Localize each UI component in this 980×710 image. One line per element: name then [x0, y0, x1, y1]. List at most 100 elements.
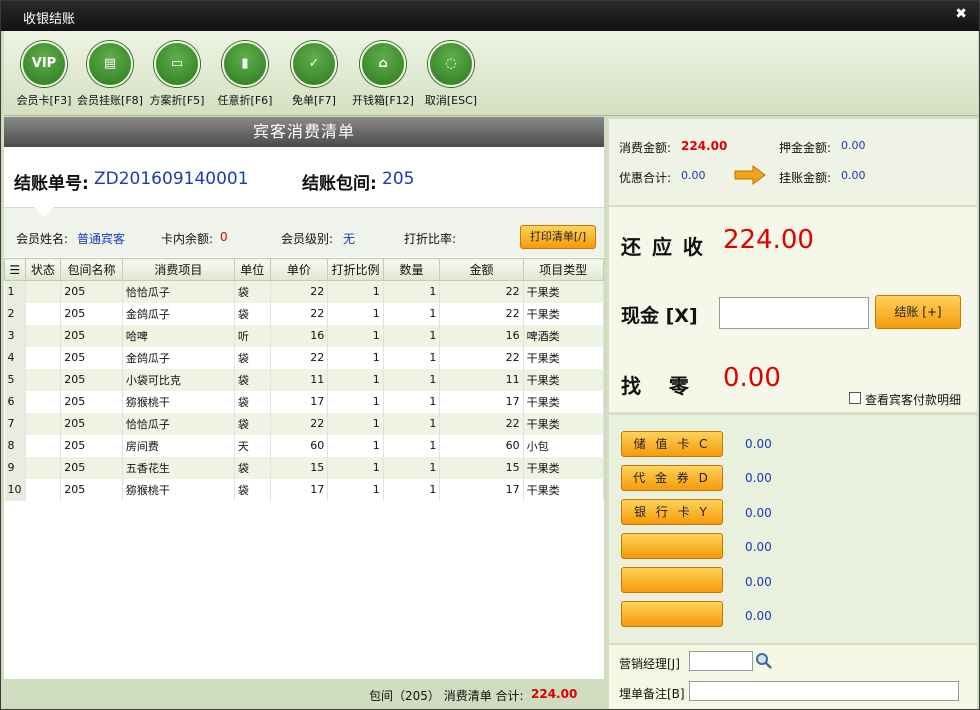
cell-room: 205 [60, 390, 123, 413]
cell-price: 22 [270, 346, 329, 369]
member-name: 普通宾客 [77, 232, 126, 246]
cancel-button[interactable]: ◌ 取消[ESC] [411, 41, 491, 108]
total-value: 224.00 [531, 687, 578, 701]
cell-type: 干果类 [523, 346, 605, 369]
payment-method-value-5: 0.00 [745, 575, 772, 589]
cell-room: 205 [60, 280, 123, 303]
col-item[interactable]: 消费项目 [121, 258, 235, 281]
cell-room: 205 [60, 478, 123, 501]
payment-method-button-6[interactable] [621, 601, 723, 627]
free-order-button[interactable]: ✓ 免单[F7] [274, 41, 354, 108]
row-menu-icon[interactable]: ☰ [4, 258, 26, 281]
cell-status [25, 390, 62, 413]
order-info: 结账单号: ZD201609140001 结账包间: 205 [4, 147, 604, 207]
detail-checkbox[interactable] [849, 392, 861, 404]
cell-unit: 袋 [234, 302, 271, 325]
cell-amount: 17 [439, 390, 524, 413]
table-row[interactable]: 1 205 恰恰瓜子 袋 22 1 1 22 干果类 [4, 280, 605, 303]
bank-card-button[interactable]: 银 行 卡 Y [621, 499, 723, 525]
payment-method-button-4[interactable] [621, 533, 723, 559]
print-list-button[interactable]: 打印清单[/] [520, 225, 596, 249]
arrow-right-icon [734, 165, 766, 185]
remark-input[interactable] [689, 681, 959, 701]
table-row[interactable]: 10 205 猕猴桃干 袋 17 1 1 17 干果类 [4, 478, 605, 501]
any-discount-button[interactable]: ▮ 任意折[F6] [205, 41, 285, 108]
card-balance-label: 卡内余额: [161, 232, 214, 246]
consume-value: 224.00 [681, 139, 728, 153]
cell-unit: 袋 [234, 368, 271, 391]
vip-icon: VIP [21, 41, 67, 87]
stored-card-button[interactable]: 储 值 卡 C [621, 431, 723, 457]
cell-room: 205 [60, 324, 123, 347]
checkout-button[interactable]: 结账 [+] [875, 295, 961, 329]
manager-input[interactable] [689, 651, 753, 671]
cell-item: 哈啤 [122, 324, 235, 347]
cell-item: 五香花生 [122, 456, 235, 479]
cell-status [25, 434, 62, 457]
cell-discount: 1 [327, 280, 384, 303]
payment-panel: 消费金额: 224.00 押金金额: 0.00 优惠合计: 0.00 挂账金额:… [607, 117, 978, 709]
cell-unit: 听 [234, 324, 271, 347]
toolbar-label: 取消[ESC] [424, 94, 478, 107]
voucher-button[interactable]: 代 金 券 D [621, 465, 723, 491]
search-icon[interactable] [755, 652, 773, 670]
cell-amount: 15 [439, 456, 524, 479]
cell-discount: 1 [327, 434, 384, 457]
cell-amount: 60 [439, 434, 524, 457]
cell-discount: 1 [327, 346, 384, 369]
col-discount[interactable]: 打折比例 [327, 258, 384, 281]
discount-rate-label: 打折比率: [404, 232, 457, 246]
col-status[interactable]: 状态 [24, 258, 62, 281]
table-row[interactable]: 5 205 小袋可比克 袋 11 1 1 11 干果类 [4, 368, 605, 391]
cell-discount: 1 [327, 324, 384, 347]
amount-due-label: 还 应 收 [621, 235, 705, 259]
cell-qty: 1 [383, 478, 441, 501]
row-index: 1 [4, 280, 26, 303]
cell-qty: 1 [383, 302, 441, 325]
room-label: 结账包间: [302, 174, 377, 194]
change-value: 0.00 [723, 363, 781, 393]
card-balance: 0 [220, 230, 228, 244]
cell-discount: 1 [327, 412, 384, 435]
cash-input[interactable] [719, 297, 869, 329]
discount-icon: ▮ [222, 41, 268, 87]
close-icon[interactable]: ✖ [955, 6, 967, 22]
cell-item: 恰恰瓜子 [122, 412, 235, 435]
col-type[interactable]: 项目类型 [522, 258, 605, 281]
member-name-label: 会员姓名: [16, 232, 69, 246]
cell-qty: 1 [383, 390, 441, 413]
cell-status [25, 346, 62, 369]
cell-status [25, 478, 62, 501]
col-unit[interactable]: 单位 [233, 258, 271, 281]
payment-method-button-5[interactable] [621, 567, 723, 593]
table-row[interactable]: 8 205 房间费 天 60 1 1 60 小包 [4, 434, 605, 457]
table-row[interactable]: 4 205 金鸽瓜子 袋 22 1 1 22 干果类 [4, 346, 605, 369]
cell-room: 205 [60, 434, 123, 457]
cell-discount: 1 [327, 456, 384, 479]
cell-qty: 1 [383, 368, 441, 391]
table-row[interactable]: 3 205 哈啤 听 16 1 1 16 啤酒类 [4, 324, 605, 347]
col-amount[interactable]: 金额 [439, 258, 524, 281]
change-label: 找 零 [621, 374, 689, 398]
detail-checkbox-label[interactable]: 查看宾客付款明细 [865, 391, 961, 408]
title-bar: 收银结账 ✖ [1, 1, 979, 31]
col-qty[interactable]: 数量 [382, 258, 441, 281]
col-room[interactable]: 包间名称 [60, 258, 123, 281]
table-row[interactable]: 9 205 五香花生 袋 15 1 1 15 干果类 [4, 456, 605, 479]
table-row[interactable]: 6 205 猕猴桃干 袋 17 1 1 17 干果类 [4, 390, 605, 413]
consume-label: 消费金额: [619, 141, 672, 155]
table-row[interactable]: 2 205 金鸽瓜子 袋 22 1 1 22 干果类 [4, 302, 605, 325]
cell-item: 猕猴桃干 [122, 390, 235, 413]
table-row[interactable]: 7 205 恰恰瓜子 袋 22 1 1 22 干果类 [4, 412, 605, 435]
pointer-triangle [34, 207, 54, 217]
cell-price: 16 [270, 324, 329, 347]
cell-type: 啤酒类 [523, 324, 605, 347]
cell-type: 小包 [523, 434, 605, 457]
payment-methods: 储 值 卡 C 0.00 代 金 券 D 0.00 银 行 卡 Y 0.00 0… [609, 415, 977, 643]
bank-card-value: 0.00 [745, 506, 772, 520]
col-price[interactable]: 单价 [269, 258, 329, 281]
row-index: 7 [4, 412, 26, 435]
cell-unit: 袋 [234, 390, 271, 413]
remark-label: 埋单备注[B] [619, 687, 685, 701]
cell-unit: 袋 [234, 346, 271, 369]
